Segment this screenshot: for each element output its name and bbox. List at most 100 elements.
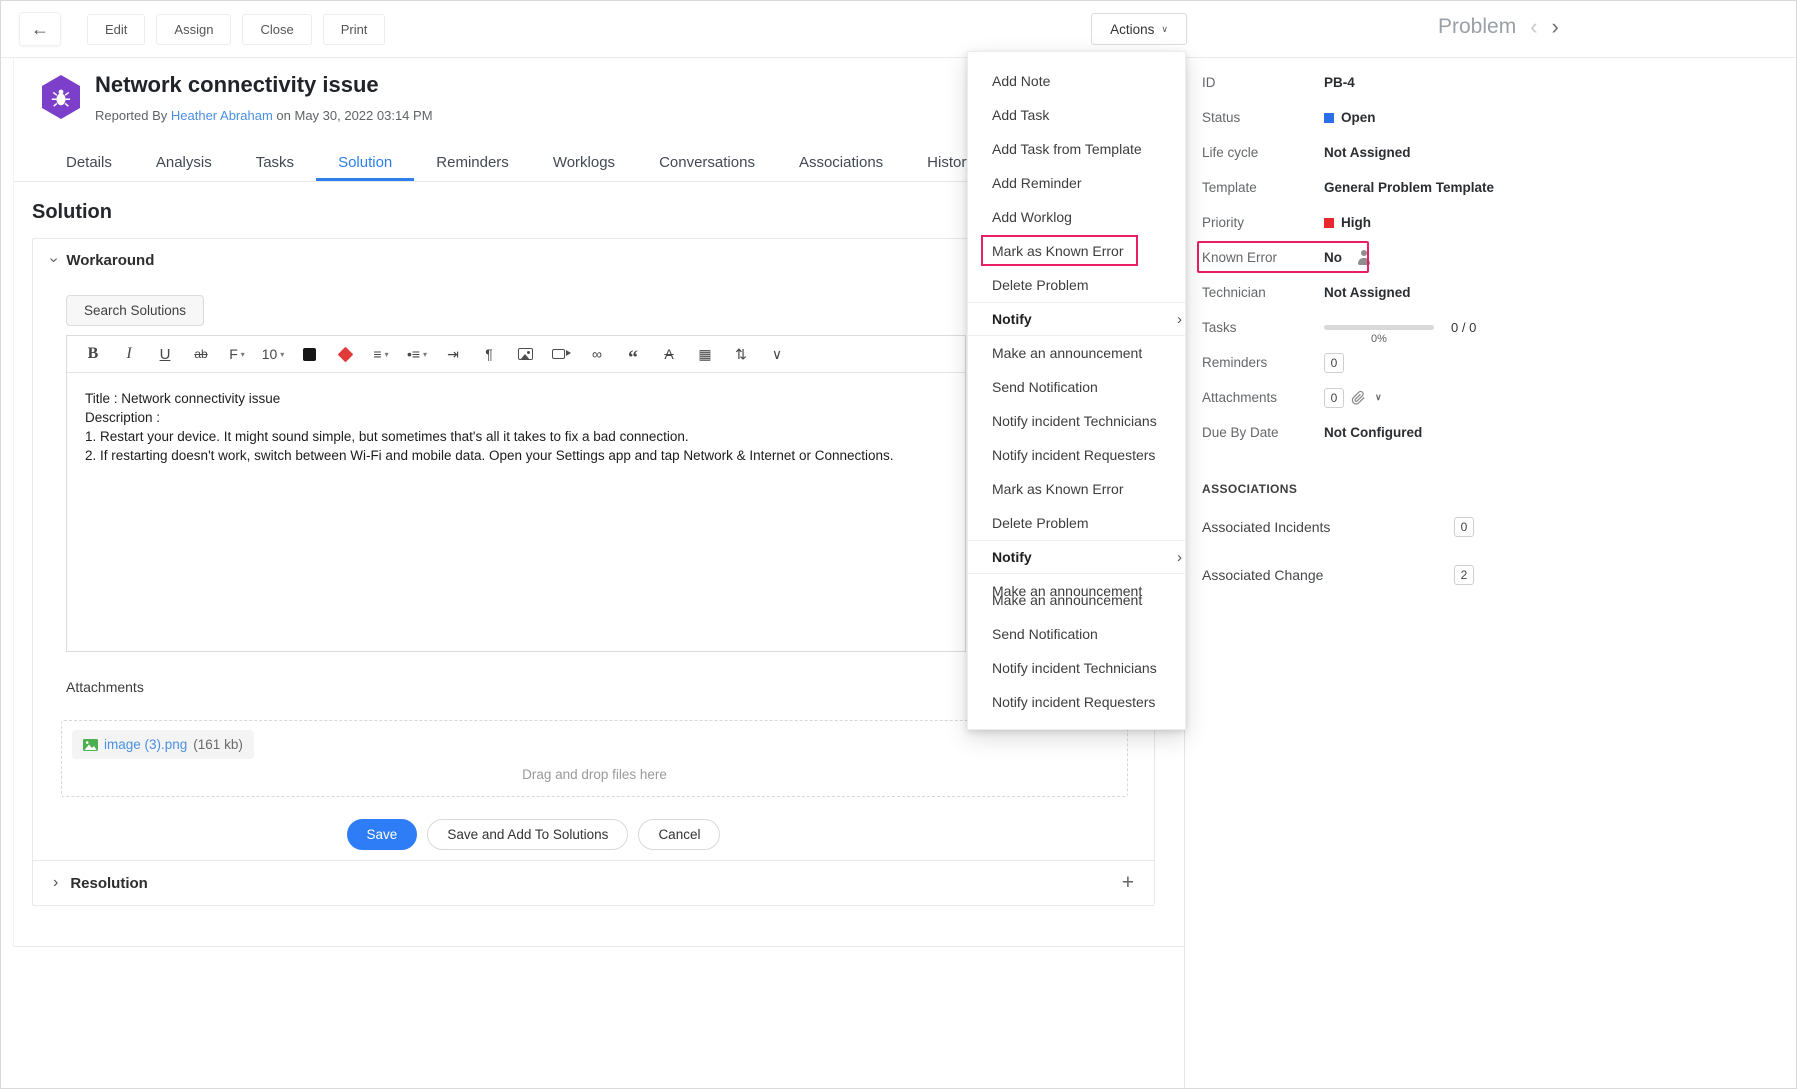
- previous-record-icon[interactable]: ‹: [1530, 14, 1537, 40]
- insert-video-icon[interactable]: [543, 336, 579, 373]
- associated-incidents-row[interactable]: Associated Incidents 0: [1202, 510, 1474, 544]
- status-color-icon: [1324, 112, 1334, 123]
- strikethrough-icon[interactable]: ab: [183, 336, 219, 373]
- detail-value: General Problem Template: [1324, 180, 1495, 195]
- indent-icon[interactable]: ⇥: [435, 336, 471, 373]
- tab-tasks[interactable]: Tasks: [234, 144, 316, 181]
- editor-content[interactable]: Title : Network connectivity issue Descr…: [67, 373, 965, 652]
- detail-label: Known Error: [1202, 250, 1278, 265]
- attachment-chip[interactable]: image (3).png (161 kb): [72, 730, 254, 759]
- tab-associations[interactable]: Associations: [777, 144, 905, 181]
- menu-group-notify[interactable]: Notify ›: [968, 540, 1185, 574]
- resolution-toggle[interactable]: › Resolution +: [33, 860, 1154, 905]
- reporter-link[interactable]: Heather Abraham: [171, 108, 273, 123]
- rich-text-editor: B I U ab F ▾ 10 ▾ ≡ ▾ •≡ ▾ ⇥ ¶ ∞ “ A ▦ ⇅…: [66, 335, 966, 652]
- tasks-ratio: 0 / 0: [1451, 320, 1477, 335]
- detail-label: Reminders: [1202, 355, 1268, 370]
- tasks-progressbar: 0%: [1324, 325, 1434, 345]
- detail-row-lifecycle: Life cycle Not Assigned: [1202, 135, 1796, 170]
- menu-item-add-reminder[interactable]: Add Reminder: [968, 166, 1185, 200]
- paperclip-icon[interactable]: [1351, 390, 1366, 405]
- attachment-name-link[interactable]: image (3).png: [104, 737, 187, 752]
- menu-item-notify-incident-technicians[interactable]: Notify incident Technicians: [968, 651, 1185, 685]
- edit-button[interactable]: Edit: [87, 13, 146, 45]
- file-dropzone[interactable]: image (3).png (161 kb) Drag and drop fil…: [61, 720, 1128, 797]
- chevron-down-icon[interactable]: ∨: [1375, 392, 1382, 403]
- workaround-toggle[interactable]: › Workaround: [46, 251, 155, 269]
- menu-item-notify-incident-requesters[interactable]: Notify incident Requesters: [968, 685, 1185, 719]
- save-add-solutions-button[interactable]: Save and Add To Solutions: [427, 819, 629, 850]
- menu-item-make-announcement[interactable]: Make an announcement: [968, 336, 1185, 370]
- menu-item-notify-incident-technicians[interactable]: Notify incident Technicians: [968, 404, 1185, 438]
- menu-item-send-notification[interactable]: Send Notification: [968, 370, 1185, 404]
- detail-label: Attachments: [1202, 390, 1278, 405]
- add-resolution-icon[interactable]: +: [1122, 871, 1134, 895]
- menu-item-send-notification[interactable]: Send Notification: [968, 617, 1185, 651]
- close-button[interactable]: Close: [242, 13, 312, 45]
- priority-color-icon: [1324, 217, 1334, 228]
- menu-group-notify[interactable]: Notify ›: [968, 302, 1185, 336]
- menu-item-add-task[interactable]: Add Task: [968, 98, 1185, 132]
- video-glyph: [552, 349, 571, 359]
- menu-item-add-worklog[interactable]: Add Worklog: [968, 200, 1185, 234]
- clear-format-icon[interactable]: A: [651, 336, 687, 373]
- blockquote-icon[interactable]: “: [615, 336, 651, 373]
- submenu-arrow-icon: ›: [1177, 548, 1182, 566]
- text-color-icon[interactable]: [291, 336, 327, 373]
- insert-table-icon[interactable]: ▦: [687, 336, 723, 373]
- back-button[interactable]: ←: [19, 12, 61, 46]
- font-family-select[interactable]: F ▾: [219, 336, 255, 373]
- tab-solution[interactable]: Solution: [316, 144, 415, 181]
- tab-analysis[interactable]: Analysis: [134, 144, 234, 181]
- associated-change-row[interactable]: Associated Change 2: [1202, 558, 1474, 592]
- tab-worklogs[interactable]: Worklogs: [531, 144, 637, 181]
- font-family-icon: F: [229, 346, 238, 362]
- menu-item-delete-problem[interactable]: Delete Problem: [968, 268, 1185, 302]
- ticket-title: Network connectivity issue: [95, 72, 379, 97]
- menu-item-add-task-from-template[interactable]: Add Task from Template: [968, 132, 1185, 166]
- save-button[interactable]: Save: [346, 819, 418, 850]
- assign-button[interactable]: Assign: [156, 13, 232, 45]
- line-spacing-icon[interactable]: ⇅: [723, 336, 759, 373]
- menu-item-notify-incident-requesters[interactable]: Notify incident Requesters: [968, 438, 1185, 472]
- dropzone-hint: Drag and drop files here: [522, 767, 667, 782]
- reported-by-label: Reported By: [95, 108, 168, 123]
- highlight-color-icon[interactable]: [327, 336, 363, 373]
- tab-conversations[interactable]: Conversations: [637, 144, 777, 181]
- menu-item-make-announcement[interactable]: Make an announcement: [968, 583, 1185, 617]
- detail-label: Life cycle: [1202, 145, 1259, 160]
- detail-row-reminders: Reminders 0: [1202, 345, 1796, 380]
- list-select[interactable]: •≡ ▾: [399, 336, 435, 373]
- italic-icon[interactable]: I: [111, 336, 147, 373]
- actions-dropdown-button[interactable]: Actions ∨: [1091, 13, 1187, 45]
- align-select[interactable]: ≡ ▾: [363, 336, 399, 373]
- associated-incidents-count[interactable]: 0: [1454, 517, 1474, 537]
- next-record-icon[interactable]: ›: [1552, 14, 1559, 40]
- underline-icon[interactable]: U: [147, 336, 183, 373]
- insert-link-icon[interactable]: ∞: [579, 336, 615, 373]
- cancel-button[interactable]: Cancel: [638, 819, 721, 850]
- associated-change-count[interactable]: 2: [1454, 565, 1474, 585]
- tab-details[interactable]: Details: [44, 144, 134, 181]
- detail-row-due-by: Due By Date Not Configured: [1202, 415, 1796, 450]
- font-size-select[interactable]: 10 ▾: [255, 336, 291, 373]
- insert-image-icon[interactable]: [507, 336, 543, 373]
- toolbar-button-group: Edit Assign Close Print: [87, 13, 386, 45]
- menu-item-mark-known-error[interactable]: Mark as Known Error: [968, 234, 1185, 268]
- print-button[interactable]: Print: [322, 13, 386, 45]
- detail-label: Tasks: [1202, 320, 1237, 335]
- menu-item-add-note[interactable]: Add Note: [968, 64, 1185, 98]
- menu-item-mark-known-error[interactable]: Mark as Known Error: [968, 472, 1185, 506]
- bold-icon[interactable]: B: [75, 336, 111, 373]
- reported-date: on May 30, 2022 03:14 PM: [276, 108, 433, 123]
- more-tools-icon[interactable]: ∨: [759, 336, 795, 373]
- tab-reminders[interactable]: Reminders: [414, 144, 531, 181]
- image-file-icon: [83, 738, 98, 751]
- menu-item-delete-problem[interactable]: Delete Problem: [968, 506, 1185, 540]
- color-swatch: [302, 347, 316, 361]
- paragraph-icon[interactable]: ¶: [471, 336, 507, 373]
- search-solutions-button[interactable]: Search Solutions: [66, 295, 205, 326]
- detail-value: Open: [1341, 110, 1376, 125]
- reminders-count-badge: 0: [1324, 352, 1344, 373]
- actions-label: Actions: [1110, 21, 1155, 37]
